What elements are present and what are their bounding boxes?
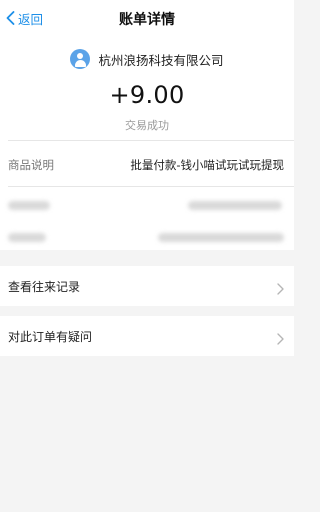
redacted-value: [158, 233, 284, 242]
chevron-right-icon: [277, 280, 284, 299]
order-question-label: 对此订单有疑问: [8, 330, 93, 344]
redacted-value: [188, 201, 282, 210]
chevron-right-icon: [277, 330, 284, 349]
merchant-info: 杭州浪扬科技有限公司: [0, 48, 294, 70]
view-history-label: 查看往来记录: [8, 280, 81, 294]
transaction-amount: +9.00: [109, 81, 185, 109]
product-description-value: 批量付款-钱小喵试玩试玩提现: [130, 158, 284, 172]
transaction-status: 交易成功: [125, 119, 169, 132]
navigation-bar: 返回 账单详情: [0, 0, 294, 36]
redacted-label: [8, 201, 50, 210]
merchant-name: 杭州浪扬科技有限公司: [98, 52, 224, 68]
bill-summary-card: 杭州浪扬科技有限公司 +9.00 交易成功 商品说明 批量付款-钱小喵试玩试玩提…: [0, 36, 294, 250]
divider: [8, 140, 294, 141]
view-history-row[interactable]: 查看往来记录: [0, 266, 294, 306]
divider: [8, 186, 294, 187]
page-title: 账单详情: [119, 12, 175, 28]
product-description-label: 商品说明: [8, 158, 54, 172]
order-question-row[interactable]: 对此订单有疑问: [0, 316, 294, 356]
redacted-label: [8, 233, 46, 242]
user-avatar-icon: [70, 49, 91, 69]
